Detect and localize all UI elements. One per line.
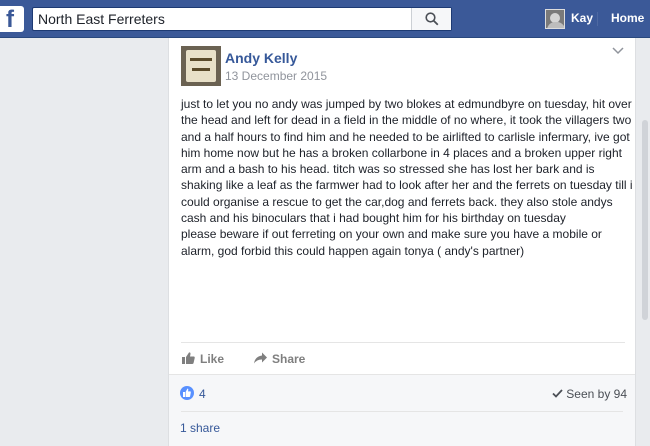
post-text: just to let you no andy was jumped by tw… <box>181 96 633 259</box>
home-link[interactable]: Home <box>611 11 644 25</box>
search-icon <box>425 12 439 26</box>
author-avatar[interactable] <box>181 46 221 86</box>
post-paragraph: please beware if out ferreting on your o… <box>181 227 602 258</box>
seen-by[interactable]: Seen by 94 <box>552 387 627 401</box>
seen-by-label: Seen by 94 <box>566 387 627 401</box>
chevron-down-icon[interactable] <box>611 46 625 56</box>
share-arrow-icon <box>254 352 267 364</box>
search-box[interactable]: North East Ferreters <box>32 7 452 31</box>
post-actions: Like Share <box>181 342 625 372</box>
top-navigation-bar: f North East Ferreters Kay Home <box>0 0 650 38</box>
post-card: Andy Kelly 13 December 2015 just to let … <box>168 38 636 446</box>
post-paragraph: just to let you no andy was jumped by tw… <box>181 97 633 226</box>
scrollbar-thumb[interactable] <box>642 120 648 320</box>
search-button[interactable] <box>411 8 451 30</box>
post-stats: 4 Seen by 94 1 share <box>169 374 635 446</box>
search-input[interactable]: North East Ferreters <box>38 11 165 27</box>
thumbs-up-icon <box>182 352 195 364</box>
nav-divider <box>597 12 598 26</box>
post-author[interactable]: Andy Kelly <box>225 50 297 66</box>
like-count[interactable]: 4 <box>199 387 206 401</box>
avatar <box>545 9 565 29</box>
stats-divider <box>181 411 623 412</box>
thumbs-up-icon <box>183 388 191 397</box>
profile-name[interactable]: Kay <box>571 11 593 25</box>
facebook-logo-icon[interactable]: f <box>0 6 24 33</box>
post-date[interactable]: 13 December 2015 <box>225 69 327 83</box>
checkmark-icon <box>552 389 563 398</box>
share-count-link[interactable]: 1 share <box>180 421 220 435</box>
like-label: Like <box>200 352 225 366</box>
share-label: Share <box>272 352 306 366</box>
like-reaction-icon[interactable] <box>180 386 194 400</box>
